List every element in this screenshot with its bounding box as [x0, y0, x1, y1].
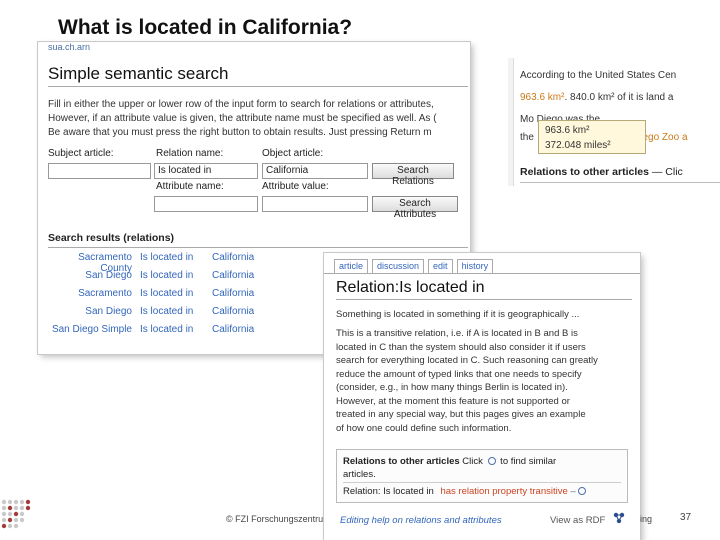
- attribute-value-label: Attribute value:: [262, 181, 329, 192]
- table-row: San Diego Simple Is located in Californi…: [48, 324, 288, 342]
- heading-divider: [336, 299, 632, 300]
- table-row: Sacramento Is located in California: [48, 288, 288, 306]
- article-text: the: [520, 132, 534, 143]
- search-attributes-button[interactable]: Search Attributes: [372, 196, 458, 220]
- intro-text: Fill in either the upper or lower row of…: [48, 98, 468, 140]
- result-subject-link[interactable]: San Diego Simple: [48, 324, 140, 342]
- result-relation-link[interactable]: Is located in: [140, 288, 212, 306]
- relations-box-heading: Relations to other articles Click to fin…: [343, 456, 556, 467]
- area-link[interactable]: 963.6 km²: [520, 92, 564, 103]
- result-subject-link[interactable]: Sacramento: [48, 288, 140, 306]
- box-divider: [343, 482, 621, 483]
- result-subject-link[interactable]: San Diego: [48, 270, 140, 288]
- intro-line: However, if an attribute value is given,…: [48, 113, 437, 124]
- result-subject-link[interactable]: San Diego: [48, 306, 140, 324]
- definition-text: Something is located in something if it …: [336, 309, 580, 320]
- paragraph-line: This is a transitive relation, i.e. if A…: [336, 328, 578, 339]
- dash-text: –: [570, 486, 576, 497]
- wiki-article-screenshot: According to the United States Cen 963.6…: [508, 58, 720, 186]
- intro-line: Be aware that you must press the right b…: [48, 127, 432, 138]
- tab-edit[interactable]: edit: [428, 259, 453, 273]
- articles-text: articles.: [343, 469, 376, 480]
- paragraph-line: reduce the amount of typed links that on…: [336, 368, 582, 380]
- intro-line: Fill in either the upper or lower row of…: [48, 99, 434, 110]
- rdf-icon[interactable]: [612, 511, 626, 525]
- dots-logo-icon: [1, 499, 31, 529]
- results-heading: Search results (relations): [48, 232, 175, 244]
- footer-right-text: ing: [640, 514, 653, 524]
- find-similar-text: to find similar: [497, 456, 557, 467]
- result-object-link[interactable]: California: [212, 270, 282, 288]
- paragraph-line: (consider, e.g., in how many things Berl…: [336, 382, 568, 393]
- result-object-link[interactable]: California: [212, 324, 282, 342]
- result-relation-link[interactable]: Is located in: [140, 270, 212, 288]
- relation-row-label: Relation: Is located in: [343, 486, 434, 497]
- tab-history[interactable]: history: [456, 259, 494, 273]
- result-subject-link[interactable]: Sacramento County: [48, 252, 140, 274]
- footer-copyright: © FZI Forschungszentru: [226, 514, 324, 524]
- panel-edge: [508, 58, 514, 186]
- relations-click-text: — Clic: [648, 166, 683, 178]
- relations-box: Relations to other articles Click to fin…: [336, 449, 628, 503]
- slide-title: What is located in California?: [58, 16, 353, 39]
- view-as-rdf-link[interactable]: View as RDF: [550, 515, 605, 526]
- result-object-link[interactable]: California: [212, 288, 282, 306]
- results-divider: [48, 247, 468, 248]
- paragraph-line: of how one could define such information…: [336, 422, 512, 434]
- paragraph-line: However, at the moment this feature is n…: [336, 395, 570, 407]
- editing-help-link[interactable]: Editing help on relations and attributes: [340, 515, 502, 526]
- object-input[interactable]: California: [262, 163, 368, 179]
- result-relation-link[interactable]: Is located in: [140, 324, 212, 342]
- unit-tooltip: 963.6 km² 372.048 miles²: [538, 120, 646, 154]
- relation-label: Relation name:: [156, 148, 224, 159]
- result-relation-link[interactable]: Is located in: [140, 306, 212, 324]
- paragraph-line: located in C than the system should also…: [336, 341, 586, 353]
- attribute-name-input[interactable]: [154, 196, 258, 212]
- relation-property-link[interactable]: has relation property transitive: [440, 486, 567, 497]
- relations-divider: [520, 182, 720, 183]
- attribute-name-label: Attribute name:: [156, 181, 224, 192]
- relations-box-title: Relations to other articles: [343, 456, 460, 467]
- description-paragraph: This is a transitive relation, i.e. if A…: [336, 327, 632, 435]
- article-text: . 840.0 km² of it is land a: [564, 92, 674, 103]
- relation-property-row: Relation: Is located in has relation pro…: [343, 486, 588, 497]
- relation-page-screenshot: article discussion edit history Relation…: [324, 253, 640, 540]
- object-label: Object article:: [262, 148, 324, 159]
- tooltip-line: 963.6 km²: [545, 125, 590, 136]
- table-row: Sacramento County Is located in Californ…: [48, 252, 288, 274]
- table-row: San Diego Is located in California: [48, 270, 288, 288]
- search-icon[interactable]: [577, 487, 586, 496]
- subject-label: Subject article:: [48, 148, 114, 159]
- relation-page-title: Relation:Is located in: [336, 279, 485, 296]
- tab-discussion[interactable]: discussion: [372, 259, 425, 273]
- result-object-link[interactable]: California: [212, 306, 282, 324]
- table-row: San Diego Is located in California: [48, 306, 288, 324]
- click-text: Click: [459, 456, 486, 467]
- subject-input[interactable]: [48, 163, 151, 179]
- results-table: Sacramento County Is located in Californ…: [48, 252, 288, 342]
- article-line: 963.6 km². 840.0 km² of it is land a: [520, 92, 673, 103]
- relations-heading: Relations to other articles — Clic: [520, 166, 683, 178]
- tab-article[interactable]: article: [334, 259, 369, 273]
- tooltip-line: 372.048 miles²: [545, 140, 611, 151]
- tabs-divider: [324, 273, 640, 274]
- attribute-value-input[interactable]: [262, 196, 368, 212]
- relation-input[interactable]: Is located in: [154, 163, 258, 179]
- paragraph-line: treated in any special way, but this pag…: [336, 409, 586, 420]
- result-relation-link[interactable]: Is located in: [140, 252, 212, 270]
- page-number: 37: [680, 512, 692, 523]
- breadcrumb[interactable]: sua.ch.arn: [48, 42, 90, 52]
- result-object-link[interactable]: California: [212, 252, 282, 270]
- heading-divider: [48, 86, 468, 87]
- relations-heading-text: Relations to other articles: [520, 166, 649, 178]
- article-line: According to the United States Cen: [520, 70, 677, 81]
- paragraph-line: search for everything located in C. Such…: [336, 355, 598, 366]
- search-icon[interactable]: [487, 457, 496, 466]
- search-relations-button[interactable]: Search Relations: [372, 163, 454, 187]
- page-title: Simple semantic search: [48, 64, 229, 83]
- page-tabs: article discussion edit history: [334, 259, 494, 273]
